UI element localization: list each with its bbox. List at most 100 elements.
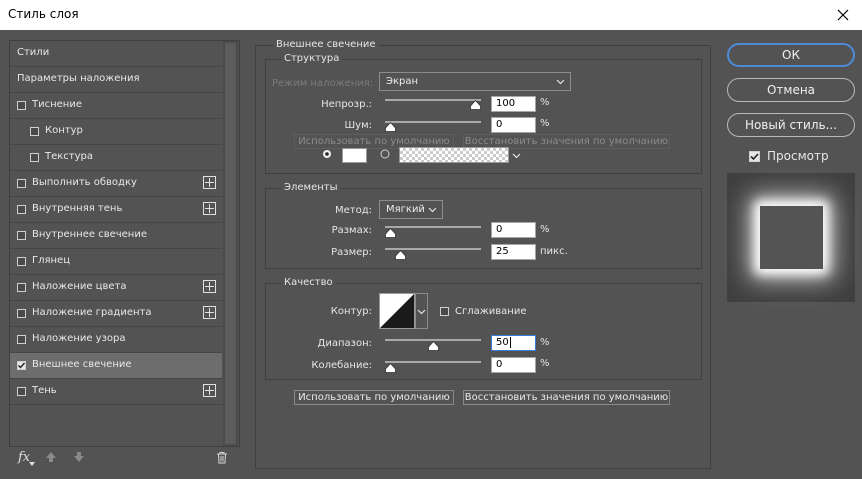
contour-dropdown[interactable]	[415, 293, 428, 329]
opacity-unit: %	[540, 97, 550, 108]
new-style-button[interactable]: Новый стиль...	[727, 113, 855, 137]
style-item-13[interactable]: Внешнее свечение	[10, 353, 222, 379]
contour-preview[interactable]	[379, 293, 415, 329]
opacity-input[interactable]: 100	[491, 96, 536, 112]
spread-slider-handle[interactable]	[385, 228, 396, 238]
add-icon[interactable]	[203, 176, 216, 189]
fx-dropdown-icon[interactable]	[29, 461, 35, 467]
blend-mode-label: Режим наложения:	[272, 78, 374, 89]
style-item-5[interactable]: Текстура	[10, 145, 222, 171]
style-item-1[interactable]: Стили	[10, 41, 222, 67]
style-item-checkbox[interactable]	[17, 335, 26, 344]
styles-list-scrollbar[interactable]	[223, 41, 238, 446]
style-item-12[interactable]: Наложение узора	[10, 327, 222, 353]
add-icon[interactable]	[203, 306, 216, 319]
chevron-down-icon	[417, 309, 426, 315]
structure-title: Структура	[281, 53, 343, 64]
style-item-10[interactable]: Наложение цвета	[10, 275, 222, 301]
style-item-3[interactable]: Тиснение	[10, 93, 222, 119]
jitter-unit: %	[540, 358, 550, 369]
glow-color-swatch[interactable]	[342, 148, 367, 163]
style-item-checkbox[interactable]	[17, 361, 26, 370]
text-caret	[509, 336, 511, 348]
glow-gradient-swatch[interactable]	[399, 147, 509, 163]
style-item-11[interactable]: Наложение градиента	[10, 301, 222, 327]
add-icon[interactable]	[203, 280, 216, 293]
style-item-7[interactable]: Внутренняя тень	[10, 197, 222, 223]
window-title: Стиль слоя	[8, 7, 79, 21]
preview-checkbox[interactable]	[749, 151, 760, 162]
size-unit: пикс.	[540, 246, 568, 257]
style-item-checkbox[interactable]	[17, 257, 26, 266]
spread-input[interactable]: 0	[491, 222, 536, 238]
style-item-14[interactable]: Тень	[10, 379, 222, 405]
jitter-input[interactable]: 0	[491, 357, 536, 373]
quality-title: Качество	[281, 277, 336, 288]
method-label: Метод:	[334, 205, 372, 216]
reset-default-button[interactable]: Восстановить значения по умолчанию	[463, 390, 670, 405]
method-select[interactable]: Мягкий	[379, 200, 443, 219]
spread-slider-track[interactable]	[385, 226, 481, 228]
range-input[interactable]: 50	[491, 335, 536, 351]
use-default-button[interactable]: Использовать по умолчанию	[294, 390, 454, 405]
size-input[interactable]: 25	[491, 244, 536, 260]
style-item-label: Внутренняя тень	[32, 203, 123, 214]
gradient-chevron-down-icon[interactable]	[511, 150, 522, 161]
size-slider-handle[interactable]	[395, 250, 407, 260]
style-item-label: Наложение узора	[32, 333, 126, 344]
noise-label: Шум:	[344, 120, 372, 131]
style-item-8[interactable]: Внутреннее свечение	[10, 223, 222, 249]
style-item-checkbox[interactable]	[30, 153, 39, 162]
trash-icon[interactable]	[216, 451, 228, 464]
antialias-checkbox[interactable]	[440, 307, 449, 316]
style-item-4[interactable]: Контур	[10, 119, 222, 145]
styles-list-panel: Стили Параметры наложения Тиснение Контур Те…	[9, 40, 240, 447]
noise-slider-handle[interactable]	[385, 122, 396, 132]
scrollbar-thumb[interactable]	[225, 43, 236, 444]
noise-slider-track[interactable]	[385, 121, 481, 123]
range-unit: %	[540, 337, 550, 348]
style-item-label: Стили	[17, 47, 50, 58]
opacity-slider-track[interactable]	[385, 99, 481, 101]
add-icon[interactable]	[203, 202, 216, 215]
blend-mode-select[interactable]: Экран	[379, 72, 571, 91]
section-title: Внешнее свечение	[273, 39, 379, 50]
style-item-checkbox[interactable]	[17, 283, 26, 292]
style-item-6[interactable]: Выполнить обводку	[10, 171, 222, 197]
contour-label: Контур:	[330, 306, 372, 317]
range-label: Диапазон:	[317, 338, 372, 349]
style-item-label: Параметры наложения	[17, 73, 140, 84]
jitter-slider-handle[interactable]	[385, 363, 396, 373]
close-icon[interactable]	[830, 2, 856, 28]
style-item-checkbox[interactable]	[17, 101, 26, 110]
opacity-label: Непрозр.:	[321, 99, 372, 110]
arrow-up-icon[interactable]	[45, 451, 57, 463]
spread-label: Размах:	[331, 225, 372, 236]
style-item-checkbox[interactable]	[17, 231, 26, 240]
cancel-button[interactable]: Отмена	[727, 78, 855, 102]
style-item-2[interactable]: Параметры наложения	[10, 67, 222, 93]
gradient-radio-icon[interactable]	[380, 149, 390, 159]
ok-button[interactable]: ОК	[727, 43, 855, 67]
jitter-slider-track[interactable]	[385, 361, 481, 363]
opacity-slider-handle[interactable]	[470, 100, 481, 110]
style-item-9[interactable]: Глянец	[10, 249, 222, 275]
chevron-down-icon	[556, 79, 565, 85]
style-item-checkbox[interactable]	[17, 387, 26, 396]
style-item-label: Выполнить обводку	[32, 177, 137, 188]
range-slider-handle[interactable]	[427, 341, 439, 351]
style-item-checkbox[interactable]	[30, 127, 39, 136]
noise-input[interactable]: 0	[491, 117, 536, 133]
spread-unit: %	[540, 224, 550, 235]
jitter-label: Колебание:	[311, 360, 372, 371]
style-item-checkbox[interactable]	[17, 309, 26, 318]
style-item-checkbox[interactable]	[17, 205, 26, 214]
style-item-label: Контур	[45, 125, 83, 136]
color-radio-icon[interactable]	[322, 149, 332, 159]
chevron-down-icon	[428, 207, 437, 213]
style-item-checkbox[interactable]	[17, 179, 26, 188]
method-value: Мягкий	[386, 204, 425, 215]
add-icon[interactable]	[203, 384, 216, 397]
arrow-down-icon[interactable]	[73, 451, 85, 463]
style-item-label: Текстура	[45, 151, 94, 162]
